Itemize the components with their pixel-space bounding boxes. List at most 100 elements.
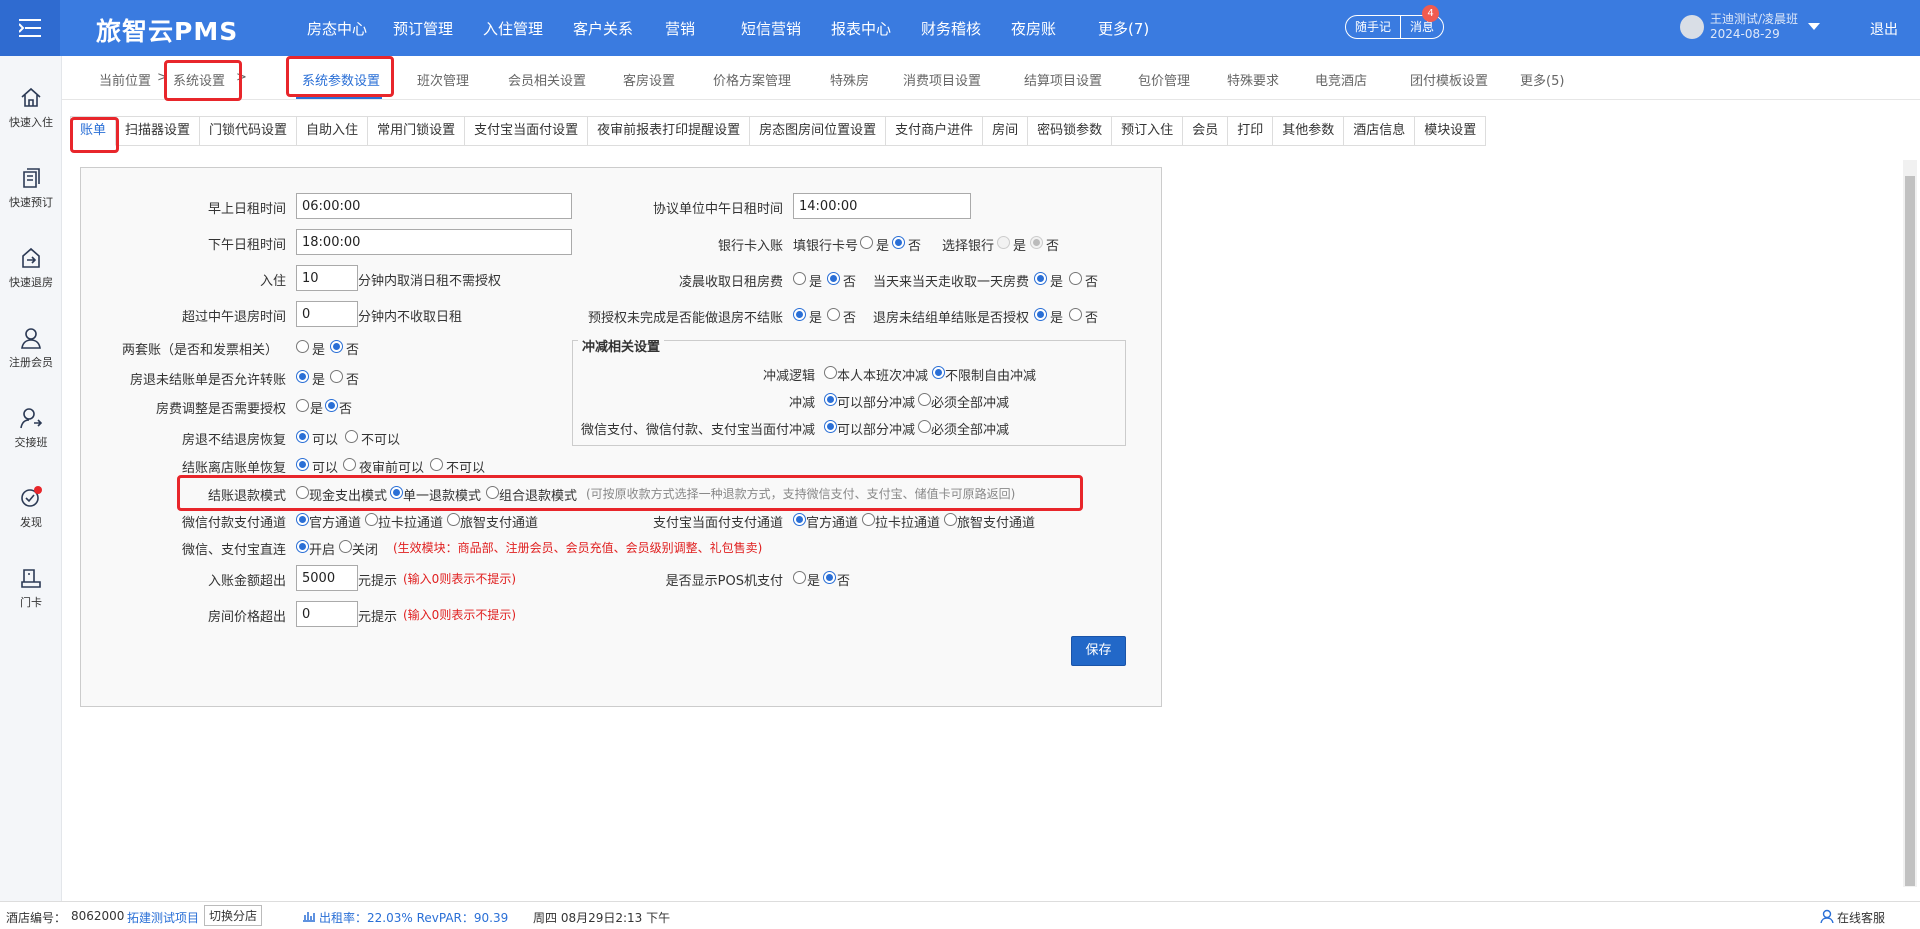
tab-level3[interactable]: 夜审前报表打印提醒设置	[588, 116, 751, 146]
choose-bank-no-radio[interactable]	[1030, 236, 1043, 249]
leave-restore-can-radio[interactable]	[296, 458, 309, 471]
direct-off-radio[interactable]	[339, 540, 352, 553]
checkin-minutes-input[interactable]	[296, 265, 358, 291]
tab-level2[interactable]: 班次管理	[417, 70, 469, 89]
unsettled-yes-radio[interactable]	[1034, 308, 1047, 321]
offset-pay-all-radio[interactable]	[918, 420, 931, 433]
sidebar-item-discover[interactable]: 发现	[0, 486, 62, 530]
wechat-official-radio[interactable]	[296, 513, 309, 526]
tab-level3[interactable]: 扫描器设置	[116, 116, 201, 146]
tab-level2[interactable]: 更多(5)	[1520, 70, 1564, 89]
alipay-lvzhi-radio[interactable]	[944, 513, 957, 526]
tab-level3[interactable]: 模块设置	[1415, 116, 1487, 146]
tab-level3[interactable]: 密码锁参数	[1028, 116, 1113, 146]
restore-cannot-radio[interactable]	[345, 430, 358, 443]
tab-level2[interactable]: 电竞酒店	[1315, 70, 1367, 89]
unsettled-no-radio[interactable]	[1069, 308, 1082, 321]
tab-level2[interactable]: 客房设置	[623, 70, 675, 89]
wechat-lakala-radio[interactable]	[365, 513, 378, 526]
amount-over-input[interactable]	[296, 565, 358, 591]
tab-level2[interactable]: 特殊房	[830, 70, 869, 89]
notes-button[interactable]: 随手记	[1346, 16, 1400, 38]
pos-yes-radio[interactable]	[793, 571, 806, 584]
switch-branch-button[interactable]: 切换分店	[204, 905, 263, 926]
leave-restore-before-audit-radio[interactable]	[343, 458, 356, 471]
messages-button[interactable]: 消息 4	[1400, 5, 1443, 38]
transfer-yes-radio[interactable]	[296, 370, 309, 383]
tab-level3[interactable]: 会员	[1183, 116, 1229, 146]
two-accounts-no-radio[interactable]	[330, 340, 343, 353]
tab-level3[interactable]: 支付商户进件	[886, 116, 984, 146]
tab-level3[interactable]: 支付宝当面付设置	[465, 116, 589, 146]
adjust-yes-radio[interactable]	[296, 399, 309, 412]
tab-level3[interactable]: 酒店信息	[1344, 116, 1416, 146]
sidebar-item-shift-handover[interactable]: 交接班	[0, 406, 62, 450]
nav-item[interactable]: 营销	[665, 18, 695, 39]
sidebar-item-door-card[interactable]: 门卡	[0, 566, 62, 610]
same-day-no-radio[interactable]	[1069, 272, 1082, 285]
adjust-no-radio[interactable]	[325, 399, 338, 412]
alipay-official-radio[interactable]	[793, 513, 806, 526]
nav-item[interactable]: 财务稽核	[921, 18, 981, 39]
tab-level3[interactable]: 自助入住	[297, 116, 369, 146]
nav-item[interactable]: 夜房账	[1011, 18, 1056, 39]
sidebar-item-quick-booking[interactable]: 快速预订	[0, 166, 62, 210]
nav-item[interactable]: 入住管理	[483, 18, 543, 39]
agreement-time-input[interactable]	[793, 193, 971, 219]
tab-level2[interactable]: 团付模板设置	[1410, 70, 1488, 89]
online-service-link[interactable]: 在线客服	[1837, 909, 1885, 926]
wechat-lvzhi-radio[interactable]	[447, 513, 460, 526]
tab-level2[interactable]: 消费项目设置	[903, 70, 981, 89]
transfer-no-radio[interactable]	[330, 370, 343, 383]
sidebar-item-quick-checkout[interactable]: 快速退房	[0, 246, 62, 290]
tab-level3[interactable]: 预订入住	[1112, 116, 1184, 146]
tab-level3[interactable]: 房间	[983, 116, 1029, 146]
preauth-no-radio[interactable]	[827, 308, 840, 321]
tab-level2[interactable]: 价格方案管理	[713, 70, 791, 89]
nav-item[interactable]: 更多(7)	[1098, 18, 1149, 39]
save-button[interactable]: 保存	[1071, 636, 1126, 666]
sidebar-item-register-member[interactable]: 注册会员	[0, 326, 62, 370]
same-day-yes-radio[interactable]	[1034, 272, 1047, 285]
tab-level2[interactable]: 特殊要求	[1227, 70, 1279, 89]
early-fee-yes-radio[interactable]	[793, 272, 806, 285]
nav-item[interactable]: 房态中心	[307, 18, 367, 39]
project-link[interactable]: 拓建测试项目	[127, 909, 199, 926]
tab-level2[interactable]: 包价管理	[1138, 70, 1190, 89]
preauth-yes-radio[interactable]	[793, 308, 806, 321]
tab-level3[interactable]: 其他参数	[1273, 116, 1345, 146]
alipay-lakala-radio[interactable]	[862, 513, 875, 526]
room-price-input[interactable]	[296, 601, 358, 627]
restore-can-radio[interactable]	[296, 430, 309, 443]
tab-level2[interactable]: 结算项目设置	[1024, 70, 1102, 89]
offset-partial-radio[interactable]	[824, 393, 837, 406]
noon-over-input[interactable]	[296, 301, 358, 327]
afternoon-rent-input[interactable]	[296, 229, 572, 255]
logout-button[interactable]: 退出	[1870, 19, 1898, 39]
offset-logic-free-radio[interactable]	[932, 366, 945, 379]
fill-card-yes-radio[interactable]	[860, 236, 873, 249]
early-fee-no-radio[interactable]	[827, 272, 840, 285]
fill-card-no-radio[interactable]	[892, 236, 905, 249]
tab-level3[interactable]: 打印	[1228, 116, 1274, 146]
offset-pay-partial-radio[interactable]	[824, 420, 837, 433]
tab-level3[interactable]: 常用门锁设置	[368, 116, 466, 146]
scrollbar-thumb[interactable]	[1905, 176, 1915, 886]
tab-level3[interactable]: 门锁代码设置	[200, 116, 298, 146]
pos-no-radio[interactable]	[823, 571, 836, 584]
user-menu[interactable]: 王迪测试/凌晨班 2024-08-29	[1680, 12, 1821, 42]
direct-on-radio[interactable]	[296, 540, 309, 553]
nav-item[interactable]: 报表中心	[831, 18, 891, 39]
sidebar-item-quick-checkin[interactable]: 快速入住	[0, 86, 62, 130]
tab-level3[interactable]: 房态图房间位置设置	[750, 116, 887, 146]
offset-logic-self-radio[interactable]	[824, 366, 837, 379]
offset-all-radio[interactable]	[918, 393, 931, 406]
leave-restore-cannot-radio[interactable]	[430, 458, 443, 471]
menu-toggle-button[interactable]	[0, 0, 60, 56]
nav-item[interactable]: 预订管理	[393, 18, 453, 39]
choose-bank-yes-radio[interactable]	[997, 236, 1010, 249]
early-rent-input[interactable]	[296, 193, 572, 219]
tab-level2[interactable]: 会员相关设置	[508, 70, 586, 89]
nav-item[interactable]: 短信营销	[741, 18, 801, 39]
two-accounts-yes-radio[interactable]	[296, 340, 309, 353]
